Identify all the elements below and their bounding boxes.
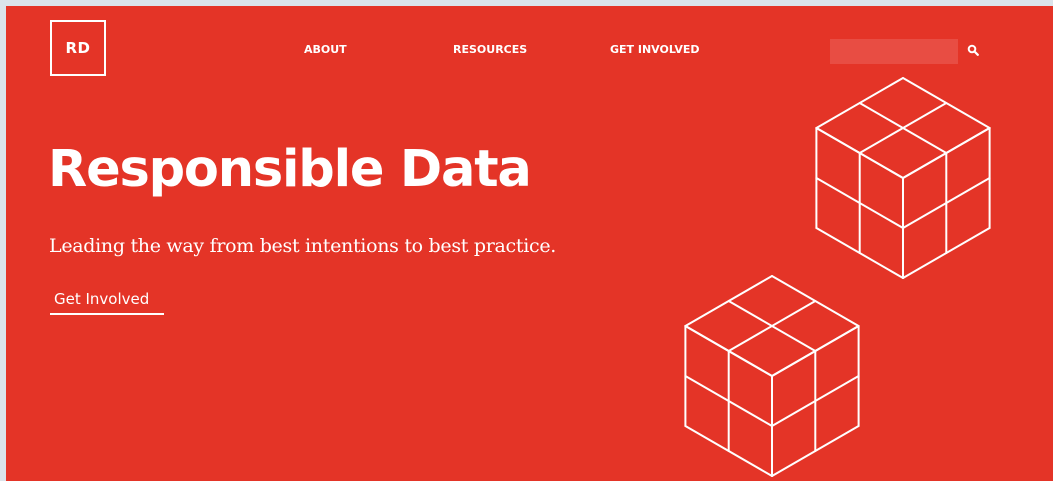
hero-section: RD ABOUT RESOURCES GET INVOLVED Responsi… xyxy=(6,6,1053,481)
isometric-cubes-illustration xyxy=(684,77,991,477)
